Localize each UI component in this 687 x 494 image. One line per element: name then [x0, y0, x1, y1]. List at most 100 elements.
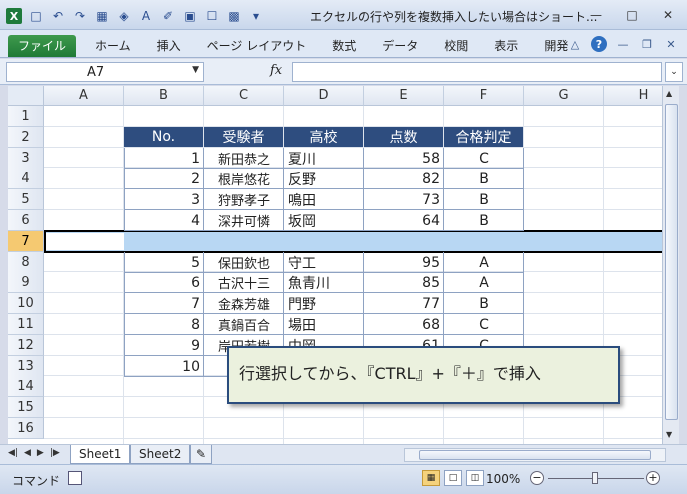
table-cell-no[interactable]: 9 — [124, 335, 204, 356]
row-header-5[interactable]: 5 — [8, 189, 44, 210]
column-header-b[interactable]: B — [124, 86, 204, 106]
row-header-13[interactable]: 13 — [8, 356, 44, 377]
row-header-6[interactable]: 6 — [8, 210, 44, 231]
table-cell-examinee[interactable]: 真鍋百合 — [204, 314, 284, 335]
scroll-down-icon[interactable]: ▼ — [666, 430, 672, 439]
table-cell-result[interactable]: C — [444, 314, 524, 335]
row-header-1[interactable]: 1 — [8, 106, 44, 127]
undo-icon[interactable]: ↶ — [50, 8, 66, 24]
chevron-down-icon[interactable]: ▼ — [192, 65, 199, 75]
tab-page-layout[interactable]: ページ レイアウト — [194, 35, 320, 57]
page-layout-view-icon[interactable]: □ — [444, 470, 462, 486]
table-cell-no[interactable]: 2 — [124, 168, 204, 189]
row-header-3[interactable]: 3 — [8, 148, 44, 169]
print-icon[interactable]: ▩ — [226, 8, 242, 24]
zoom-out-icon[interactable]: − — [530, 471, 544, 485]
ribbon-collapse-icon[interactable]: △ — [567, 36, 583, 52]
table-cell-school[interactable]: 鳴田 — [284, 189, 364, 210]
table-header-result[interactable]: 合格判定 — [444, 127, 523, 147]
table-cell-no[interactable]: 5 — [124, 252, 204, 273]
row-header-9[interactable]: 9 — [8, 272, 44, 293]
table-cell-school[interactable]: 坂岡 — [284, 210, 364, 231]
table-cell-score[interactable]: 58 — [364, 148, 444, 169]
table-cell-score[interactable]: 73 — [364, 189, 444, 210]
zoom-in-icon[interactable]: + — [646, 471, 660, 485]
sheet-tab-sheet1[interactable]: Sheet1 — [70, 445, 131, 464]
expand-formula-bar-icon[interactable]: ⌄ — [665, 62, 683, 82]
zoom-level[interactable]: 100% — [486, 472, 520, 486]
vertical-scroll-thumb[interactable] — [665, 104, 678, 420]
table-cell-score[interactable]: 77 — [364, 293, 444, 314]
customize-qat-icon[interactable]: ▾ — [248, 8, 264, 24]
row-header-7[interactable]: 7 — [8, 231, 44, 252]
tab-review[interactable]: 校閲 — [431, 35, 481, 57]
table-cell-school[interactable]: 魚青川 — [284, 272, 364, 293]
table-cell-score[interactable]: 85 — [364, 272, 444, 293]
select-all-corner[interactable] — [8, 86, 44, 106]
row-header-8[interactable]: 8 — [8, 252, 44, 273]
table-cell-examinee[interactable]: 金森芳雄 — [204, 293, 284, 314]
column-header-e[interactable]: E — [364, 86, 444, 106]
workbook-close-icon[interactable]: ✕ — [663, 36, 679, 52]
table-cell-result[interactable]: A — [444, 252, 524, 273]
table-cell-school[interactable]: 場田 — [284, 314, 364, 335]
row-header-14[interactable]: 14 — [8, 376, 44, 397]
save-icon[interactable]: □ — [28, 8, 44, 24]
column-header-a[interactable]: A — [44, 86, 124, 106]
table-cell-no[interactable]: 10 — [124, 356, 204, 377]
zoom-slider-knob[interactable] — [592, 472, 598, 484]
page-break-view-icon[interactable]: ◫ — [466, 470, 484, 486]
prev-sheet-icon[interactable]: ◀ — [24, 448, 31, 458]
close-icon[interactable]: ✕ — [657, 7, 679, 23]
table-cell-result[interactable]: C — [444, 148, 524, 169]
redo-icon[interactable]: ↷ — [72, 8, 88, 24]
fill-color-icon[interactable]: ◈ — [116, 8, 132, 24]
table-cell-examinee[interactable]: 深井可憐 — [204, 210, 284, 231]
table-cell-no[interactable]: 1 — [124, 148, 204, 169]
table-header-examinee[interactable]: 受験者 — [204, 127, 283, 147]
sheet-tab-sheet2[interactable]: Sheet2 — [130, 445, 191, 464]
table-cell-examinee[interactable]: 根岸悠花 — [204, 168, 284, 189]
table-header-score[interactable]: 点数 — [364, 127, 443, 147]
table-cell-score[interactable]: 68 — [364, 314, 444, 335]
tab-view[interactable]: 表示 — [481, 35, 531, 57]
table-cell-result[interactable]: B — [444, 168, 524, 189]
next-sheet-icon[interactable]: ▶ — [37, 448, 44, 458]
column-header-c[interactable]: C — [204, 86, 284, 106]
last-sheet-icon[interactable]: |▶ — [50, 448, 60, 458]
row-header-4[interactable]: 4 — [8, 168, 44, 189]
table-cell-examinee[interactable]: 古沢十三 — [204, 272, 284, 293]
vertical-scrollbar[interactable]: ▲ ▼ — [662, 86, 679, 444]
table-cell-school[interactable]: 守工 — [284, 252, 364, 273]
table-cell-no[interactable]: 3 — [124, 189, 204, 210]
table-cell-school[interactable]: 夏川 — [284, 148, 364, 169]
normal-view-icon[interactable]: ▦ — [422, 470, 440, 486]
column-header-f[interactable]: F — [444, 86, 524, 106]
row-header-16[interactable]: 16 — [8, 418, 44, 439]
row-header-12[interactable]: 12 — [8, 335, 44, 356]
name-box[interactable]: A7 ▼ — [6, 62, 204, 82]
row-header-2[interactable]: 2 — [8, 127, 44, 148]
paste-icon[interactable]: ▣ — [182, 8, 198, 24]
row-header-11[interactable]: 11 — [8, 314, 44, 335]
table-cell-no[interactable]: 4 — [124, 210, 204, 231]
table-cell-result[interactable]: B — [444, 293, 524, 314]
table-cell-no[interactable]: 6 — [124, 272, 204, 293]
print-preview-icon[interactable]: ☐ — [204, 8, 220, 24]
table-cell-score[interactable]: 64 — [364, 210, 444, 231]
table-cell-school[interactable]: 門野 — [284, 293, 364, 314]
scroll-up-icon[interactable]: ▲ — [666, 89, 672, 98]
horizontal-scrollbar[interactable] — [404, 448, 666, 462]
row-header-15[interactable]: 15 — [8, 397, 44, 418]
formula-input[interactable] — [292, 62, 662, 82]
table-cell-examinee[interactable]: 新田恭之 — [204, 148, 284, 169]
row-header-10[interactable]: 10 — [8, 293, 44, 314]
tab-formulas[interactable]: 数式 — [319, 35, 369, 57]
macro-record-icon[interactable] — [68, 471, 82, 485]
maximize-icon[interactable]: □ — [621, 7, 643, 23]
font-color-icon[interactable]: A — [138, 8, 154, 24]
table-cell-score[interactable]: 82 — [364, 168, 444, 189]
help-icon[interactable]: ? — [591, 36, 607, 52]
tab-home[interactable]: ホーム — [82, 35, 144, 57]
minimize-icon[interactable]: — — [585, 7, 607, 23]
